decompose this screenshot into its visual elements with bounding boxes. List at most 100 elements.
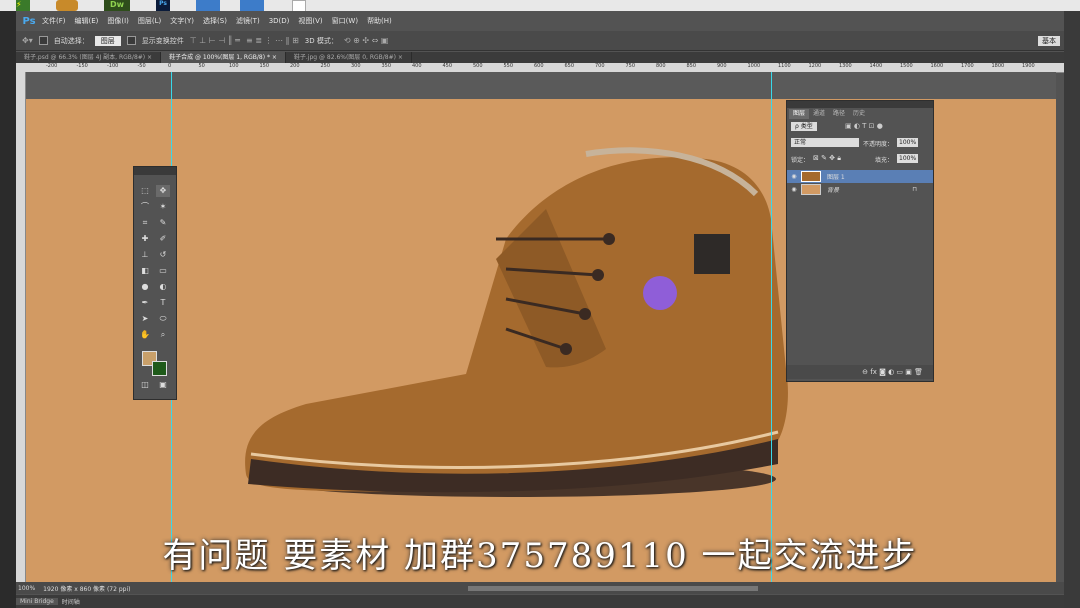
options-bar: ✥▾ 自动选择： 图层 显示变换控件 ⊤ ⊥ ⊢ ⊣ ║ ═ ≡ ≣ ⋮ ⋯ ∥… bbox=[16, 31, 1064, 51]
menu-select[interactable]: 选择(S) bbox=[203, 16, 227, 26]
menu-3d[interactable]: 3D(D) bbox=[269, 17, 290, 25]
lock-icons[interactable]: ⊠ ✎ ✥ 🔒︎ bbox=[813, 154, 841, 163]
kind-filter-dropdown[interactable]: ρ 类型 bbox=[791, 122, 817, 131]
fill-input[interactable]: 100% bbox=[897, 154, 919, 163]
magic-wand-tool-icon[interactable]: ✶ bbox=[156, 201, 170, 213]
layer-thumbnail bbox=[801, 184, 821, 195]
menu-help[interactable]: 帮助(H) bbox=[367, 16, 392, 26]
menu-type[interactable]: 文字(Y) bbox=[170, 16, 194, 26]
layer-name[interactable]: 图层 1 bbox=[827, 172, 845, 181]
ruler-tick-label: 750 bbox=[625, 63, 636, 69]
lasso-tool-icon[interactable]: ⌒ bbox=[138, 201, 152, 213]
opacity-input[interactable]: 100% bbox=[897, 138, 919, 147]
tools-panel-header[interactable] bbox=[134, 167, 176, 175]
blend-mode-dropdown[interactable]: 正常 bbox=[791, 138, 859, 147]
photoshop-icon[interactable]: Ps bbox=[156, 0, 170, 11]
app-icon[interactable] bbox=[56, 0, 78, 11]
folder-icon[interactable] bbox=[240, 0, 264, 11]
dreamweaver-icon[interactable]: Dw bbox=[104, 0, 130, 11]
ruler-tick-label: 1900 bbox=[1022, 63, 1035, 69]
history-brush-tool-icon[interactable]: ↺ bbox=[156, 249, 170, 261]
brush-tool-icon[interactable]: ✐ bbox=[156, 233, 170, 245]
tab-document[interactable]: 鞋子.psd @ 66.3% (图层 4J 副本, RGB/8#) × bbox=[16, 52, 162, 63]
opacity-label: 不透明度： bbox=[863, 141, 894, 148]
ruler-tick-label: 250 bbox=[320, 63, 331, 69]
menu-layer[interactable]: 图层(L) bbox=[138, 16, 161, 26]
ruler-tick-label: 1400 bbox=[869, 63, 883, 69]
lock-icon: ⊓ bbox=[912, 186, 917, 193]
tab-layers[interactable]: 图层 bbox=[789, 109, 810, 119]
tab-paths[interactable]: 路径 bbox=[829, 109, 849, 119]
workspace-button[interactable]: 基本 bbox=[1038, 35, 1060, 46]
menu-edit[interactable]: 编辑(E) bbox=[75, 16, 99, 26]
dodge-tool-icon[interactable]: ◐ bbox=[156, 281, 170, 293]
menu-file[interactable]: 文件(F) bbox=[42, 16, 66, 26]
move-tool-icon[interactable]: ✥ bbox=[156, 185, 170, 197]
zoom-level[interactable]: 100% bbox=[18, 585, 35, 592]
align-icons[interactable]: ⊤ ⊥ ⊢ ⊣ ║ ═ bbox=[190, 36, 240, 45]
layer-name[interactable]: 背景 bbox=[827, 185, 839, 194]
tab-channels[interactable]: 通道 bbox=[809, 109, 829, 119]
right-edge bbox=[1064, 11, 1080, 608]
ruler-tick-label: 0 bbox=[168, 63, 172, 69]
document-info[interactable]: 1920 像素 x 860 像素 (72 ppi) bbox=[43, 584, 130, 593]
fill-label: 填充： bbox=[875, 157, 894, 164]
folder-icon[interactable] bbox=[196, 0, 220, 11]
gradient-tool-icon[interactable]: ▭ bbox=[156, 265, 170, 277]
auto-select-dropdown[interactable]: 图层 bbox=[94, 35, 121, 46]
healing-tool-icon[interactable]: ✚ bbox=[138, 233, 152, 245]
menu-image[interactable]: 图像(I) bbox=[107, 16, 129, 26]
3d-tool-icons[interactable]: ⟲ ⊕ ✣ ⇔ ▣ bbox=[344, 36, 389, 45]
background-color-swatch[interactable] bbox=[152, 361, 167, 376]
distribute-icons[interactable]: ≡ ≣ ⋮ ⋯ ∥ ⊞ bbox=[246, 36, 299, 45]
ruler-tick-label: 650 bbox=[564, 63, 575, 69]
marquee-tool-icon[interactable]: ⬚ bbox=[138, 185, 152, 197]
layers-panel-header[interactable] bbox=[787, 101, 933, 108]
photoshop-logo: Ps bbox=[22, 15, 36, 27]
eyedropper-tool-icon[interactable]: ✎ bbox=[156, 217, 170, 229]
ruler-tick-label: 500 bbox=[473, 63, 483, 69]
crop-tool-icon[interactable]: ⌗ bbox=[138, 217, 152, 229]
tab-mini-bridge[interactable]: Mini Bridge bbox=[16, 598, 58, 605]
visibility-eye-icon[interactable]: ◉ bbox=[787, 173, 801, 180]
type-tool-icon[interactable]: T bbox=[156, 297, 170, 309]
pen-tool-icon[interactable]: ✒ bbox=[138, 297, 152, 309]
auto-select-label: 自动选择： bbox=[53, 36, 89, 45]
tab-history[interactable]: 历史 bbox=[849, 109, 869, 119]
tab-timeline[interactable]: 时间轴 bbox=[58, 597, 84, 606]
ruler-tick-label: 150 bbox=[259, 63, 270, 69]
3d-mode-label: 3D 模式： bbox=[304, 36, 338, 45]
menu-bar: Ps 文件(F) 编辑(E) 图像(I) 图层(L) 文字(Y) 选择(S) 滤… bbox=[16, 11, 1064, 32]
layer-row[interactable]: ◉ 背景 ⊓ bbox=[787, 183, 933, 196]
move-tool-icon[interactable]: ✥▾ bbox=[22, 36, 33, 45]
menu-window[interactable]: 窗口(W) bbox=[332, 16, 358, 26]
hand-tool-icon[interactable]: ✋ bbox=[138, 329, 152, 341]
app-launcher-icon[interactable]: ⚡ bbox=[16, 0, 30, 11]
guide-line[interactable] bbox=[771, 72, 772, 582]
show-transform-label: 显示变换控件 bbox=[141, 36, 184, 45]
stamp-tool-icon[interactable]: ⊥ bbox=[138, 249, 152, 261]
quick-mask-icon[interactable]: ◫ bbox=[138, 379, 152, 391]
eraser-tool-icon[interactable]: ◧ bbox=[138, 265, 152, 277]
filter-icons[interactable]: ▣ ◐ T ⊡ ● bbox=[845, 122, 883, 130]
layer-row-selected[interactable]: ◉ 图层 1 bbox=[787, 170, 933, 183]
visibility-eye-icon[interactable]: ◉ bbox=[787, 186, 801, 193]
auto-select-checkbox[interactable] bbox=[38, 36, 48, 45]
screen-mode-icon[interactable]: ▣ bbox=[156, 379, 170, 391]
ruler-tick-label: 1200 bbox=[808, 63, 822, 69]
zoom-tool-icon[interactable]: ⌕ bbox=[156, 329, 170, 341]
ruler-tick-label: 850 bbox=[686, 63, 697, 69]
status-bar: 100% 1920 像素 x 860 像素 (72 ppi) bbox=[16, 582, 1064, 594]
ruler-tick-label: -150 bbox=[76, 63, 88, 69]
menu-view[interactable]: 视图(V) bbox=[298, 16, 322, 26]
layer-actions-bar[interactable]: ⊖ fx ◙ ◐ ▭ ▣ 🗑︎ bbox=[787, 365, 933, 379]
show-transform-checkbox[interactable] bbox=[126, 36, 136, 45]
ruler-tick-label: -50 bbox=[137, 63, 146, 69]
path-selection-tool-icon[interactable]: ➤ bbox=[138, 313, 152, 325]
tab-document-active[interactable]: 鞋子合成 @ 100%(图层 1, RGB/8) * × bbox=[161, 52, 286, 63]
horizontal-scrollbar[interactable] bbox=[468, 585, 759, 591]
blur-tool-icon[interactable]: ● bbox=[138, 281, 152, 293]
menu-filter[interactable]: 滤镜(T) bbox=[236, 16, 260, 26]
tab-document[interactable]: 鞋子.jpg @ 82.6%(图层 0, RGB/8#) × bbox=[286, 52, 412, 63]
shape-tool-icon[interactable]: ⬭ bbox=[156, 313, 170, 325]
